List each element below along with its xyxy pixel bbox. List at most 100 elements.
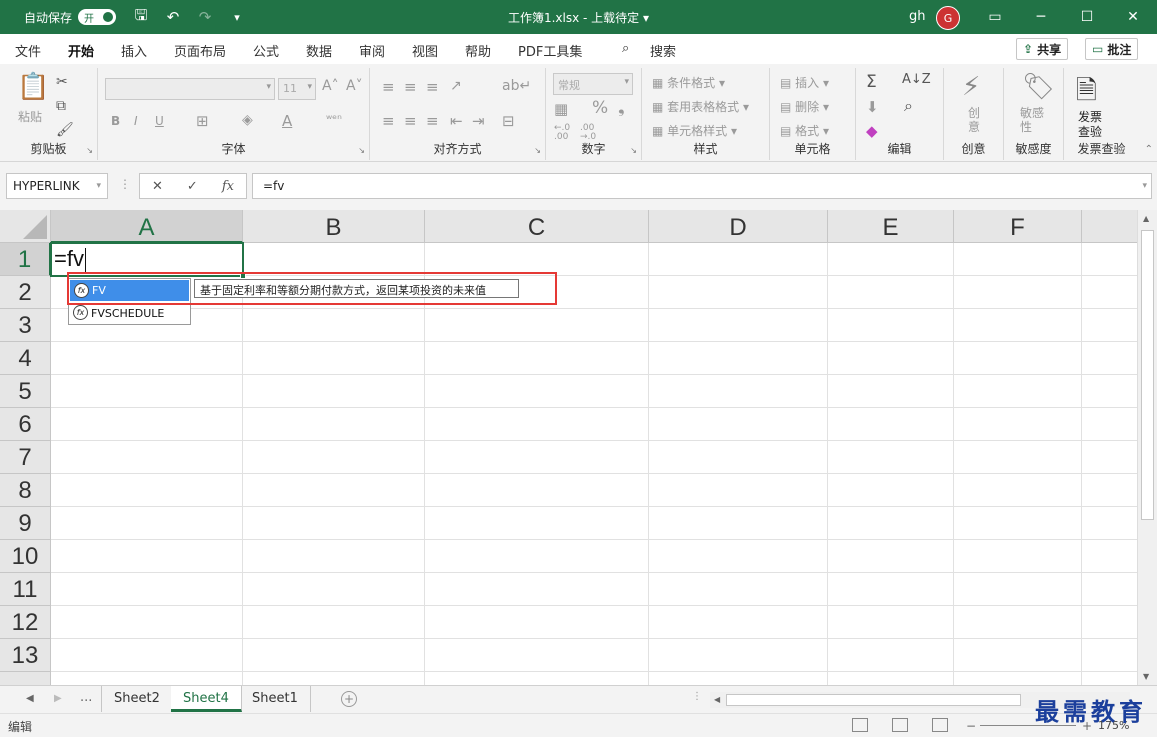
- number-launcher-icon[interactable]: ↘: [630, 146, 637, 155]
- align-left-icon[interactable]: ≡: [382, 112, 395, 130]
- maximize-icon[interactable]: ☐: [1064, 0, 1110, 34]
- zoom-out-icon[interactable]: −: [966, 719, 976, 733]
- name-box[interactable]: HYPERLINK ▾: [6, 173, 108, 199]
- autocomplete-item-fvschedule[interactable]: fx FVSCHEDULE: [69, 302, 190, 324]
- row-header-1[interactable]: 1: [0, 243, 51, 276]
- avatar[interactable]: G: [936, 6, 960, 30]
- row-header-2[interactable]: 2: [0, 276, 51, 309]
- font-size-select[interactable]: 11 ▾: [278, 78, 316, 100]
- undo-icon[interactable]: ↶: [162, 6, 184, 28]
- tab-insert[interactable]: 插入: [121, 41, 147, 60]
- cancel-entry-icon[interactable]: ✕: [152, 179, 163, 194]
- italic-icon[interactable]: I: [134, 114, 138, 128]
- alignment-launcher-icon[interactable]: ↘: [534, 146, 541, 155]
- column-header-b[interactable]: B: [243, 210, 425, 243]
- invoice-check-label-2[interactable]: 查验: [1078, 123, 1102, 140]
- fill-color-icon[interactable]: ◈: [242, 112, 253, 128]
- vertical-scrollbar[interactable]: ▲ ▼: [1137, 210, 1157, 685]
- row-header-8[interactable]: 8: [0, 474, 51, 507]
- next-sheet-icon[interactable]: ▶: [54, 693, 62, 704]
- row-header-14[interactable]: [0, 672, 51, 685]
- tab-home[interactable]: 开始: [68, 41, 95, 67]
- sheet-tab-sheet1[interactable]: Sheet1: [240, 686, 311, 712]
- paste-icon[interactable]: 📋: [17, 72, 49, 102]
- column-header-c[interactable]: C: [425, 210, 649, 243]
- format-cells-button[interactable]: ▤ 格式 ▾: [780, 122, 829, 139]
- align-center-icon[interactable]: ≡: [404, 112, 417, 130]
- sensitivity-button[interactable]: 敏感 性: [1020, 106, 1044, 134]
- horizontal-scroll-thumb[interactable]: [726, 694, 1021, 706]
- row-header-6[interactable]: 6: [0, 408, 51, 441]
- paste-label[interactable]: 粘贴: [18, 108, 42, 125]
- format-painter-icon[interactable]: 🖌: [56, 122, 74, 138]
- clear-icon[interactable]: ◆: [866, 122, 878, 140]
- wrap-text-icon[interactable]: ab↵: [502, 78, 531, 94]
- share-button[interactable]: ⇪ 共享: [1016, 38, 1069, 60]
- align-right-icon[interactable]: ≡: [426, 112, 439, 130]
- redo-icon[interactable]: ↷: [194, 6, 216, 28]
- bold-icon[interactable]: B: [111, 114, 120, 128]
- border-icon[interactable]: ⊞: [196, 112, 209, 130]
- tab-file[interactable]: 文件: [15, 41, 41, 60]
- delete-cells-button[interactable]: ▤ 删除 ▾: [780, 98, 829, 115]
- font-color-icon[interactable]: A: [282, 112, 292, 130]
- comments-button[interactable]: ▭ 批注: [1085, 38, 1139, 60]
- more-sheets-button[interactable]: ...: [80, 690, 92, 705]
- fill-icon[interactable]: ⬇: [866, 98, 879, 116]
- row-header-11[interactable]: 11: [0, 573, 51, 606]
- tab-help[interactable]: 帮助: [465, 41, 491, 60]
- scroll-down-icon[interactable]: ▼: [1143, 672, 1149, 681]
- clipboard-launcher-icon[interactable]: ↘: [86, 146, 93, 155]
- comma-style-icon[interactable]: ❟: [618, 98, 625, 118]
- row-header-7[interactable]: 7: [0, 441, 51, 474]
- find-select-icon[interactable]: ⌕: [904, 96, 913, 116]
- customize-toolbar-icon[interactable]: ▾: [226, 6, 248, 28]
- minimize-icon[interactable]: ─: [1018, 0, 1064, 34]
- row-header-3[interactable]: 3: [0, 309, 51, 342]
- accounting-format-icon[interactable]: ▦: [554, 100, 568, 118]
- increase-indent-icon[interactable]: ⇥: [472, 112, 485, 130]
- normal-view-icon[interactable]: [852, 718, 868, 732]
- ribbon-display-icon[interactable]: ▭: [972, 0, 1018, 34]
- font-launcher-icon[interactable]: ↘: [358, 146, 365, 155]
- sheet-tab-sheet2[interactable]: Sheet2: [101, 686, 173, 712]
- underline-icon[interactable]: U: [155, 114, 164, 128]
- column-header-a[interactable]: A: [51, 210, 243, 243]
- insert-cells-button[interactable]: ▤ 插入 ▾: [780, 74, 829, 91]
- select-all-button[interactable]: [0, 210, 51, 243]
- row-header-10[interactable]: 10: [0, 540, 51, 573]
- decrease-indent-icon[interactable]: ⇤: [450, 112, 463, 130]
- add-sheet-button[interactable]: +: [341, 691, 357, 707]
- formula-input[interactable]: =fv ▾: [252, 173, 1152, 199]
- grow-font-icon[interactable]: A˄: [322, 78, 339, 94]
- search-label[interactable]: 搜索: [650, 41, 676, 60]
- page-break-view-icon[interactable]: [932, 718, 948, 732]
- cell-styles-button[interactable]: ▦ 单元格样式 ▾: [652, 122, 737, 139]
- sort-filter-icon[interactable]: A↓Z: [902, 72, 931, 87]
- sensitivity-icon[interactable]: 🏷: [1022, 72, 1055, 102]
- tab-data[interactable]: 数据: [306, 41, 332, 60]
- prev-sheet-icon[interactable]: ◀: [26, 693, 34, 704]
- percent-icon[interactable]: %: [592, 98, 608, 118]
- column-header-e[interactable]: E: [828, 210, 954, 243]
- conditional-format-button[interactable]: ▦ 条件格式 ▾: [652, 74, 725, 91]
- tab-split-grip-icon[interactable]: ⋮: [692, 691, 702, 702]
- collapse-ribbon-icon[interactable]: ⌃: [1145, 144, 1153, 155]
- row-header-13[interactable]: 13: [0, 639, 51, 672]
- autosave-toggle[interactable]: 开: [78, 9, 117, 25]
- row-header-5[interactable]: 5: [0, 375, 51, 408]
- column-header-d[interactable]: D: [649, 210, 828, 243]
- confirm-entry-icon[interactable]: ✓: [187, 179, 198, 194]
- orientation-icon[interactable]: ↗: [450, 78, 462, 94]
- insert-function-icon[interactable]: fx: [222, 179, 234, 194]
- tab-page-layout[interactable]: 页面布局: [174, 41, 226, 60]
- row-header-4[interactable]: 4: [0, 342, 51, 375]
- autosum-icon[interactable]: Σ: [866, 72, 877, 92]
- merge-cells-icon[interactable]: ⊟: [502, 112, 515, 130]
- tab-formulas[interactable]: 公式: [253, 41, 279, 60]
- tab-review[interactable]: 审阅: [359, 41, 385, 60]
- format-as-table-button[interactable]: ▦ 套用表格格式 ▾: [652, 98, 749, 115]
- tab-pdf-tools[interactable]: PDF工具集: [518, 41, 582, 60]
- scroll-left-icon[interactable]: ◀: [714, 695, 720, 704]
- phonetic-icon[interactable]: ʷᵉⁿ: [326, 112, 342, 126]
